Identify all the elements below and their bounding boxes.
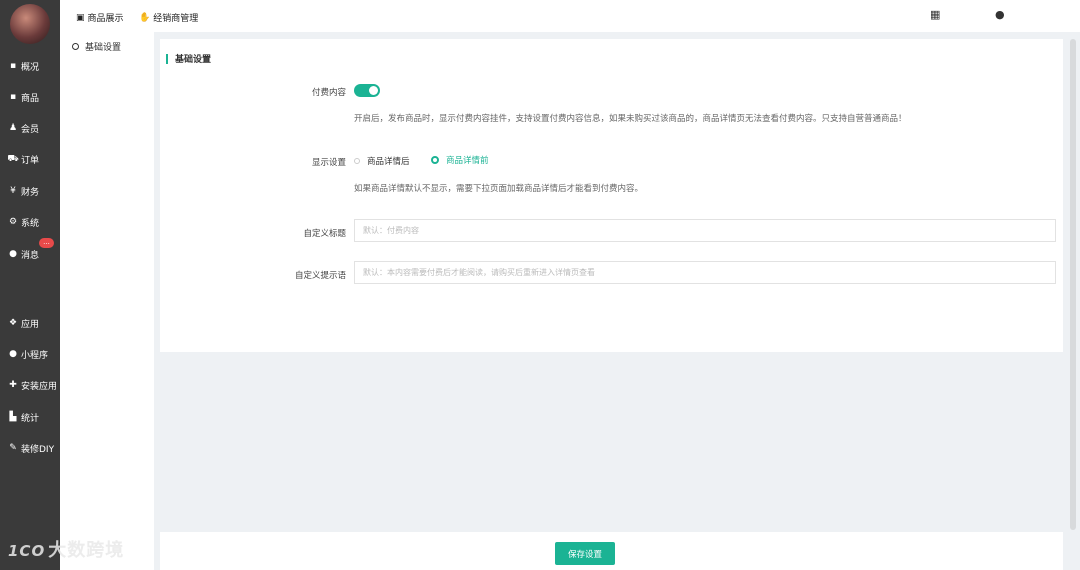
- cart-icon: ⛟: [7, 153, 19, 164]
- tab-goods-display[interactable]: ▣ 商品展示: [76, 11, 124, 25]
- radio-before-details[interactable]: 商品详情前: [431, 154, 489, 166]
- radio-label: 商品详情后: [367, 157, 410, 167]
- section-title: 基础设置: [166, 52, 211, 65]
- sidebar-item-label: 统计: [21, 413, 40, 424]
- sidebar-item-label: 财务: [21, 187, 40, 198]
- message-count-badge: ...: [39, 238, 54, 248]
- radio-after-details[interactable]: 商品详情后: [354, 155, 410, 167]
- title-accent-bar: [166, 53, 168, 64]
- sidebar-item-label: 订单: [21, 155, 40, 166]
- cubes-icon: ❖: [8, 318, 18, 328]
- top-bar: ▣ 商品展示 ✋ 经销商管理 ▦ ●: [60, 0, 1080, 32]
- sidebar-item-orders[interactable]: ⛟ 订单: [0, 148, 60, 170]
- watermark-text: 大数跨境: [48, 540, 125, 561]
- radio-label: 商品详情前: [446, 156, 489, 166]
- chat-icon: ●: [9, 249, 17, 259]
- custom-title-label: 自定义标题: [303, 229, 346, 239]
- layout-grid-icon[interactable]: ▦: [930, 8, 940, 21]
- user-icon[interactable]: ●: [995, 8, 1005, 21]
- footer-bar: 保存设置: [160, 532, 1063, 570]
- sidebar-item-label: 小程序: [21, 350, 49, 361]
- bar-chart-icon: ▙: [9, 412, 17, 422]
- sidebar-item-apps[interactable]: ❖ 应用: [0, 312, 60, 334]
- custom-title-field[interactable]: [354, 219, 1056, 242]
- sidebar-item-overview[interactable]: ▪ 概况: [0, 55, 60, 77]
- goods-icon: ▪: [9, 92, 17, 102]
- gears-icon: ⚙: [8, 217, 18, 227]
- main-sidebar: ▪ 概况 ▪ 商品 ♟ 会员 ⛟ 订单 ¥ 财务 ⚙ 系统 ● 消息 ... ❖…: [0, 0, 60, 570]
- sidebar-item-label: 安装应用: [21, 381, 58, 392]
- sidebar-item-members[interactable]: ♟ 会员: [0, 117, 60, 139]
- save-settings-button[interactable]: 保存设置: [555, 542, 615, 565]
- vertical-scrollbar[interactable]: [1070, 39, 1076, 530]
- sidebar-item-label: 消息: [21, 250, 40, 261]
- sidebar-item-system[interactable]: ⚙ 系统: [0, 211, 60, 233]
- sidebar-item-label: 装修DIY: [21, 444, 55, 455]
- display-hint: 如果商品详情默认不显示，需要下拉页面加载商品详情后才能看到付费内容。: [354, 184, 644, 194]
- paid-content-label: 付费内容: [311, 88, 346, 98]
- sidebar-item-install-apps[interactable]: ✚ 安装应用: [0, 374, 60, 396]
- settings-panel: 基础设置 付费内容 开启后，发布商品时，显示付费内容挂件，支持设置付费内容信息，…: [160, 39, 1063, 352]
- tab-distributor-management[interactable]: ✋ 经销商管理: [139, 11, 199, 25]
- paid-content-hint: 开启后，发布商品时，显示付费内容挂件，支持设置付费内容信息，如果未购买过该商品的…: [354, 114, 907, 124]
- yen-icon: ¥: [10, 186, 16, 196]
- avatar[interactable]: [10, 4, 50, 44]
- sidebar-item-finance[interactable]: ¥ 财务: [0, 180, 60, 202]
- sidebar-item-label: 应用: [21, 319, 40, 330]
- sidebar-item-statistics[interactable]: ▙ 统计: [0, 406, 60, 428]
- sidebar-item-diy[interactable]: ✎ 装修DIY: [0, 437, 60, 459]
- sub-nav-label: 基础设置: [85, 43, 122, 53]
- wrench-icon: ✎: [9, 443, 17, 453]
- handshake-icon: ✋: [139, 12, 151, 23]
- toggle-knob: [369, 86, 378, 95]
- members-icon: ♟: [8, 123, 18, 133]
- sidebar-item-label: 商品: [21, 93, 40, 104]
- sidebar-item-label: 会员: [21, 124, 40, 135]
- paid-content-toggle[interactable]: [354, 84, 380, 97]
- sidebar-item-label: 概况: [21, 62, 40, 73]
- circle-icon: [72, 43, 79, 50]
- sidebar-item-goods[interactable]: ▪ 商品: [0, 86, 60, 108]
- radio-dot-selected: [431, 156, 439, 164]
- display-setting-label: 显示设置: [311, 158, 346, 168]
- watermark-logo: 1CO: [8, 542, 46, 560]
- watermark: 1CO 大数跨境: [8, 536, 127, 562]
- section-title-text: 基础设置: [175, 55, 212, 65]
- sub-nav-item-basic-settings[interactable]: 基础设置: [72, 40, 121, 53]
- custom-tip-field[interactable]: [354, 261, 1056, 284]
- sidebar-item-miniprogram[interactable]: ● 小程序: [0, 343, 60, 365]
- radio-dot: [354, 158, 360, 164]
- tab-label: 商品展示: [87, 14, 124, 24]
- custom-tip-input[interactable]: [355, 262, 1055, 283]
- custom-title-input[interactable]: [355, 220, 1055, 241]
- wechat-icon: ●: [9, 349, 17, 359]
- tab-label: 经销商管理: [153, 14, 199, 24]
- image-icon: ▣: [76, 12, 85, 23]
- sidebar-item-label: 系统: [21, 218, 40, 229]
- puzzle-icon: ✚: [9, 380, 17, 390]
- dashboard-icon: ▪: [9, 61, 17, 71]
- sub-nav: 基础设置: [60, 32, 154, 570]
- custom-tip-label: 自定义提示语: [294, 271, 346, 281]
